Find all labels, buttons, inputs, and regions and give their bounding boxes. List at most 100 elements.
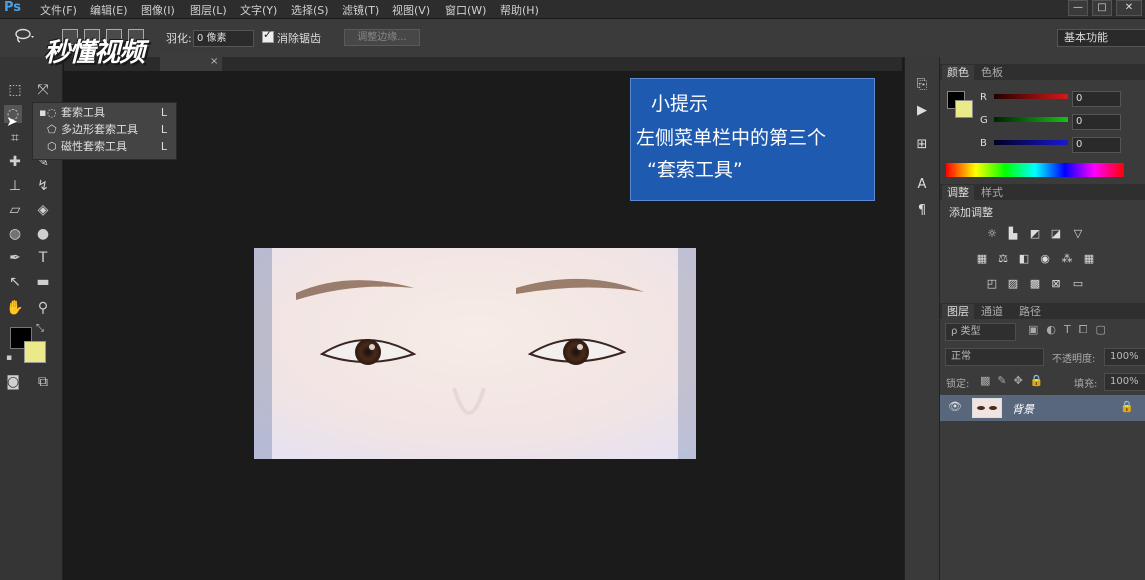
screen-mode-icon[interactable]: ⧉ — [34, 373, 52, 391]
flyout-item-polygonal-lasso[interactable]: ⬠ 多边形套索工具 L — [37, 121, 173, 138]
photo-filter-icon[interactable]: ◉ — [1037, 252, 1053, 266]
flyout-item-label: 套索工具 — [61, 106, 105, 119]
levels-icon[interactable]: ▙ — [1005, 227, 1021, 241]
vibrance-icon[interactable]: ▽ — [1070, 227, 1086, 241]
menu-help[interactable]: 帮助(H) — [500, 2, 539, 18]
layer-name[interactable]: 背景 — [1012, 401, 1034, 417]
paragraph-panel-icon[interactable]: ¶ — [911, 203, 933, 221]
selective-color-icon[interactable]: ⊠ — [1048, 277, 1064, 291]
invert-icon[interactable]: ◰ — [984, 277, 1000, 291]
layer-filter-select[interactable]: ρ 类型 — [945, 323, 1016, 341]
move-tool-icon[interactable]: ⤧ — [34, 81, 52, 99]
gradient-map-icon[interactable]: ▭ — [1070, 277, 1086, 291]
menu-edit[interactable]: 编辑(E) — [90, 2, 128, 18]
close-button[interactable]: ✕ — [1116, 0, 1142, 16]
curves-icon[interactable]: ◩ — [1027, 227, 1043, 241]
clone-stamp-icon[interactable]: ⊥ — [6, 177, 24, 195]
visibility-eye-icon[interactable]: 👁 — [948, 400, 962, 413]
red-slider[interactable] — [994, 94, 1068, 99]
fill-label: 填充: — [1074, 379, 1098, 390]
marquee-tool-icon[interactable]: ⬚ — [6, 81, 24, 99]
blend-mode-select[interactable]: 正常 — [945, 348, 1044, 366]
red-channel-label: R — [980, 92, 987, 103]
background-color-swatch[interactable] — [24, 341, 46, 363]
menu-image[interactable]: 图像(I) — [141, 2, 175, 18]
menu-select[interactable]: 选择(S) — [291, 2, 329, 18]
color-spectrum-bar[interactable] — [946, 163, 1124, 177]
green-value-input[interactable]: 0 — [1072, 114, 1121, 130]
layers-panel-tabs: 图层 通道 路径 — [940, 303, 1145, 319]
workspace-select[interactable]: 基本功能 — [1057, 29, 1145, 47]
layer-thumbnail — [972, 398, 1002, 418]
history-panel-icon[interactable]: ⎘ — [911, 77, 933, 95]
menu-window[interactable]: 窗口(W) — [445, 2, 486, 18]
hue-saturation-icon[interactable]: ▦ — [974, 252, 990, 266]
flyout-item-label: 多边形套索工具 — [61, 123, 138, 136]
lasso-preset-icon[interactable] — [14, 27, 36, 45]
refine-edge-button[interactable]: 调整边缘... — [344, 29, 420, 46]
flyout-item-lasso[interactable]: ▪ ◌ 套索工具 L — [37, 104, 173, 121]
posterize-icon[interactable]: ▨ — [1005, 277, 1021, 291]
threshold-icon[interactable]: ▩ — [1027, 277, 1043, 291]
swap-colors-icon[interactable]: ⤡ — [36, 323, 44, 334]
actions-play-icon[interactable]: ▶ — [911, 103, 933, 121]
rectangle-tool-icon[interactable]: ▬ — [34, 273, 52, 291]
blur-tool-icon[interactable]: ◍ — [6, 225, 24, 243]
character-panel-icon[interactable]: A — [911, 177, 933, 195]
black-white-icon[interactable]: ◧ — [1016, 252, 1032, 266]
hand-tool-icon[interactable]: ✋ — [6, 299, 24, 317]
eraser-tool-icon[interactable]: ▱ — [6, 201, 24, 219]
minimize-button[interactable]: — — [1068, 0, 1088, 16]
feather-input[interactable]: 0 像素 — [193, 30, 254, 47]
shortcut-label: L — [160, 123, 167, 136]
tab-swatches[interactable]: 色板 — [976, 65, 1008, 80]
exposure-icon[interactable]: ◪ — [1048, 227, 1064, 241]
tab-styles[interactable]: 样式 — [976, 185, 1008, 200]
red-value-input[interactable]: 0 — [1072, 91, 1121, 107]
checkmark-icon: ✓ — [263, 28, 273, 41]
menu-view[interactable]: 视图(V) — [392, 2, 430, 18]
blue-value-input[interactable]: 0 — [1072, 137, 1121, 153]
panel-background-swatch[interactable] — [955, 100, 973, 118]
pen-tool-icon[interactable]: ✒ — [6, 249, 24, 267]
brightness-icon[interactable]: ☼ — [984, 227, 1000, 241]
channel-mixer-icon[interactable]: ⁂ — [1059, 252, 1075, 266]
paint-bucket-icon[interactable]: ◈ — [34, 201, 52, 219]
spot-healing-icon[interactable]: ✚ — [6, 153, 24, 171]
default-colors-icon[interactable]: ▪ — [6, 353, 12, 363]
zoom-tool-icon[interactable]: ⚲ — [34, 299, 52, 317]
menu-layer[interactable]: 图层(L) — [190, 2, 227, 18]
photoshop-logo: Ps — [4, 0, 22, 15]
green-slider[interactable] — [994, 117, 1068, 122]
shortcut-label: L — [160, 140, 167, 153]
flyout-item-magnetic-lasso[interactable]: ⬡ 磁性套索工具 L — [37, 138, 173, 155]
path-selection-icon[interactable]: ↖ — [6, 273, 24, 291]
type-tool-icon[interactable]: T — [34, 249, 52, 267]
green-channel-label: G — [980, 115, 988, 126]
maximize-button[interactable]: □ — [1092, 0, 1112, 16]
tab-adjustments[interactable]: 调整 — [942, 185, 974, 200]
tab-channels[interactable]: 通道 — [976, 304, 1008, 319]
fill-input[interactable]: 100% — [1104, 373, 1145, 391]
crop-tool-icon[interactable]: ⌗ — [6, 129, 24, 147]
dodge-tool-icon[interactable]: ● — [34, 225, 52, 243]
color-lookup-icon[interactable]: ▦ — [1081, 252, 1097, 266]
layer-row-background[interactable]: 👁 背景 🔒 — [940, 395, 1145, 421]
history-brush-icon[interactable]: ↯ — [34, 177, 52, 195]
color-balance-icon[interactable]: ⚖ — [995, 252, 1011, 266]
blue-slider[interactable] — [994, 140, 1068, 145]
document-image[interactable] — [254, 248, 696, 459]
menu-filter[interactable]: 滤镜(T) — [342, 2, 379, 18]
properties-panel-icon[interactable]: ⊞ — [911, 137, 933, 155]
quick-mask-icon[interactable]: ◙ — [4, 373, 22, 391]
panel-dock-strip: ⎘ ▶ ⊞ A ¶ — [904, 57, 939, 580]
opacity-input[interactable]: 100% — [1104, 348, 1145, 366]
tab-close-icon[interactable]: × — [210, 56, 218, 67]
tab-color[interactable]: 颜色 — [942, 65, 974, 80]
layer-filter-icons[interactable]: ▣◐T⧠▢ — [1028, 323, 1114, 337]
tab-paths[interactable]: 路径 — [1014, 304, 1046, 319]
tab-layers[interactable]: 图层 — [942, 304, 974, 319]
lock-options-icons[interactable]: ▩✎✥🔒 — [980, 374, 1051, 387]
menu-file[interactable]: 文件(F) — [40, 2, 77, 18]
menu-type[interactable]: 文字(Y) — [240, 2, 277, 18]
